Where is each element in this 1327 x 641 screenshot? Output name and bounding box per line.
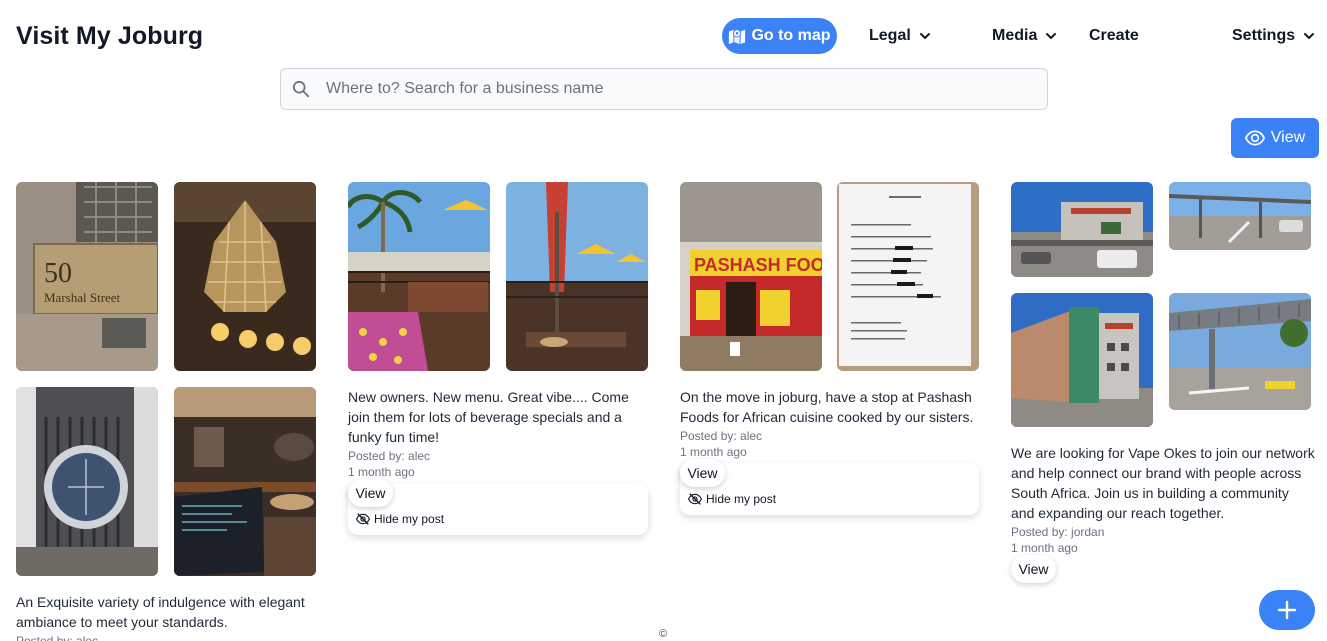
- create-post-fab[interactable]: [1259, 590, 1315, 630]
- chevron-down-icon: [919, 33, 930, 39]
- post-2-author: Posted by: alec: [348, 449, 431, 463]
- post-3-image-menu[interactable]: [837, 182, 979, 371]
- plaque-number: 50: [44, 258, 72, 289]
- eye-slash-icon: [688, 493, 702, 505]
- post-2-view-button[interactable]: View: [348, 479, 393, 507]
- post-2-hide-label: Hide my post: [374, 512, 445, 526]
- search-icon: [292, 80, 310, 98]
- post-3-time: 1 month ago: [680, 445, 747, 459]
- nav-legal[interactable]: Legal: [869, 27, 931, 45]
- chevron-down-icon: [1304, 33, 1315, 39]
- post-1-description: An Exquisite variety of indulgence with …: [16, 594, 305, 630]
- nav-settings-label: Settings: [1232, 27, 1296, 44]
- post-1-image-chandelier[interactable]: [174, 182, 316, 371]
- view-toggle-button[interactable]: View: [1231, 118, 1319, 158]
- map-icon: [729, 29, 746, 45]
- post-4-author: Posted by: jordan: [1011, 525, 1105, 539]
- post-3-image-storefront[interactable]: PASHASH FOODS: [680, 182, 822, 371]
- post-2-image-deck[interactable]: [348, 182, 490, 371]
- eye-icon: [1244, 130, 1265, 146]
- site-brand[interactable]: Visit My Joburg: [16, 22, 203, 51]
- plus-icon: [1277, 600, 1297, 620]
- post-2-time: 1 month ago: [348, 465, 415, 479]
- post-4-image-bridge[interactable]: [1169, 293, 1311, 410]
- post-1-author: Posted by: alec: [16, 634, 99, 641]
- post-1-image-plaque[interactable]: 50 Marshal Street: [16, 182, 158, 371]
- search-bar[interactable]: [280, 68, 1048, 110]
- storefront-sign: PASHASH FOODS: [694, 255, 822, 275]
- chevron-down-icon: [1046, 33, 1057, 39]
- post-4-description: We are looking for Vape Okes to join our…: [1011, 445, 1315, 521]
- post-4-time: 1 month ago: [1011, 541, 1078, 555]
- go-to-map-label: Go to map: [751, 27, 831, 44]
- post-4-image-mall[interactable]: [1011, 182, 1153, 277]
- post-1-image-lounge[interactable]: [174, 387, 316, 576]
- footer-copyright: ©: [659, 628, 668, 640]
- post-3-hide-button[interactable]: Hide my post: [688, 492, 776, 506]
- post-4-image-parking[interactable]: [1169, 182, 1311, 250]
- nav-create[interactable]: Create: [1089, 27, 1139, 45]
- nav-legal-label: Legal: [869, 27, 911, 44]
- post-2-actions-panel: [348, 483, 648, 535]
- nav-media-label: Media: [992, 27, 1038, 44]
- go-to-map-button[interactable]: Go to map: [722, 18, 837, 54]
- post-2-image-umbrellas[interactable]: [506, 182, 648, 371]
- search-input[interactable]: [326, 80, 1006, 98]
- nav-create-label: Create: [1089, 27, 1139, 44]
- post-4-image-building[interactable]: [1011, 293, 1153, 427]
- nav-media[interactable]: Media: [992, 27, 1057, 45]
- post-4-view-button[interactable]: View: [1011, 555, 1056, 583]
- post-3-author: Posted by: alec: [680, 429, 763, 443]
- post-2-description: New owners. New menu. Great vibe.... Com…: [348, 389, 629, 445]
- view-toggle-label: View: [1270, 129, 1306, 146]
- post-3-description: On the move in joburg, have a stop at Pa…: [680, 389, 974, 425]
- eye-slash-icon: [356, 513, 370, 525]
- post-2-hide-button[interactable]: Hide my post: [356, 512, 444, 526]
- post-3-view-button[interactable]: View: [680, 459, 725, 487]
- post-1-image-logo[interactable]: [16, 387, 158, 576]
- nav-settings[interactable]: Settings: [1232, 27, 1315, 45]
- post-3-hide-label: Hide my post: [706, 492, 777, 506]
- plaque-street: Marshal Street: [44, 290, 121, 305]
